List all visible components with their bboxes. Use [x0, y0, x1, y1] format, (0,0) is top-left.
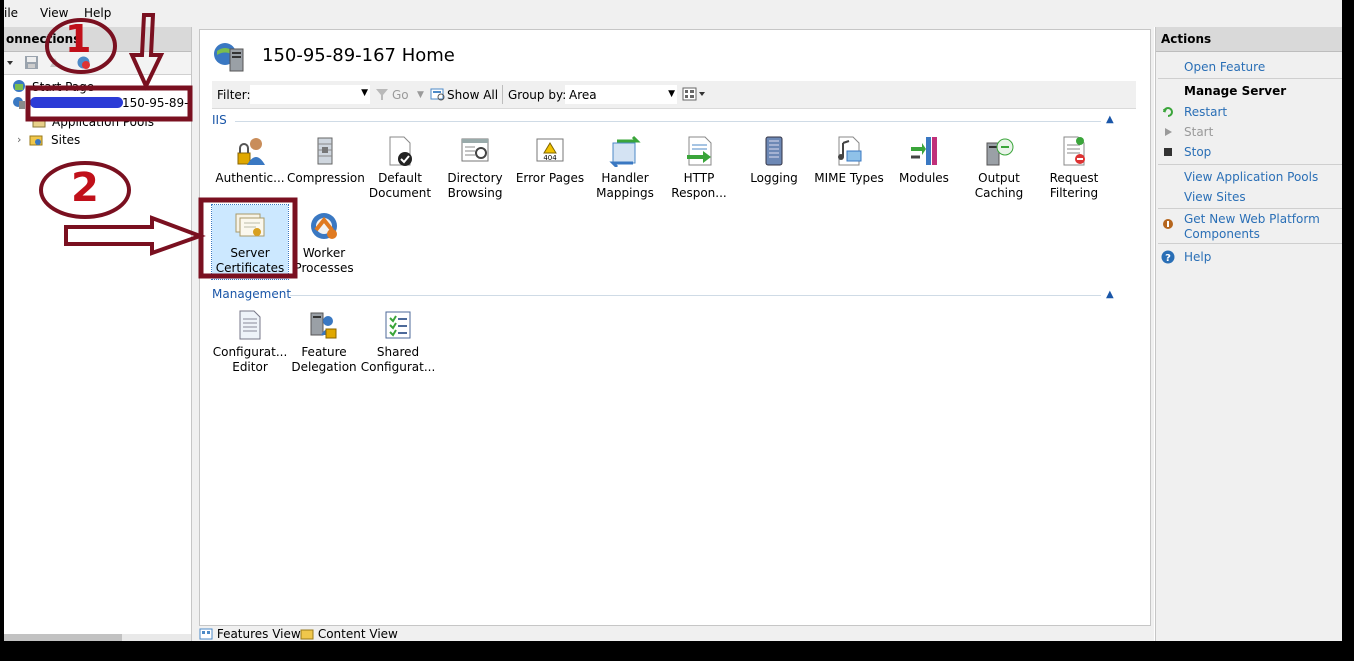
- actions-divider: [1158, 78, 1342, 79]
- group-divider: [235, 121, 1101, 122]
- view-sites-link[interactable]: View Sites: [1184, 190, 1246, 205]
- get-new-web-platform-link[interactable]: Get New Web Platform Components: [1184, 212, 1320, 242]
- feature-configuration-editor[interactable]: Configurat... Editor: [212, 304, 288, 378]
- output-caching-icon: [983, 135, 1015, 167]
- content-view-icon: [300, 629, 314, 640]
- show-all-icon: [430, 87, 446, 101]
- web-platform-icon: [1162, 218, 1174, 230]
- feature-logging[interactable]: Logging: [736, 130, 812, 204]
- actions-divider: [1158, 164, 1342, 165]
- go-dropdown-icon[interactable]: ▼: [417, 90, 424, 100]
- step2-number: 2: [71, 165, 99, 211]
- feature-mime-types[interactable]: MIME Types: [811, 130, 887, 204]
- feature-shared-configuration[interactable]: Shared Configurat...: [360, 304, 436, 378]
- tab-content-view[interactable]: Content View: [300, 627, 398, 641]
- shared-configuration-icon: [382, 309, 414, 341]
- feature-directory-browsing[interactable]: Directory Browsing: [437, 130, 513, 204]
- feature-default-document[interactable]: Default Document: [362, 130, 438, 204]
- actions-divider: [1158, 208, 1342, 209]
- handler-mappings-icon: [609, 135, 641, 169]
- feature-label: MIME Types: [814, 171, 884, 185]
- group-label-management: Management: [212, 287, 295, 301]
- feature-label: Output Caching: [974, 171, 1024, 200]
- default-document-icon: [384, 135, 416, 167]
- feature-delegation-icon: [308, 309, 340, 341]
- svg-text:404: 404: [543, 154, 557, 162]
- feature-handler-mappings[interactable]: Handler Mappings: [587, 130, 663, 204]
- server-node-highlight-box: [25, 85, 193, 122]
- feature-error-pages[interactable]: 404 Error Pages: [512, 130, 588, 204]
- restart-link[interactable]: Restart: [1184, 105, 1227, 120]
- features-pane: 150-95-89-167 Home Filter: ▼ Go ▼ Show A…: [192, 27, 1154, 641]
- collapse-management-icon[interactable]: ▲: [1106, 289, 1114, 300]
- features-view-icon: [199, 628, 213, 640]
- error-pages-icon: 404: [534, 135, 566, 167]
- manage-server-heading: Manage Server: [1184, 84, 1287, 98]
- feature-label: HTTP Respon...: [671, 171, 727, 200]
- collapse-iis-icon[interactable]: ▲: [1106, 114, 1114, 125]
- feature-label: Error Pages: [515, 171, 585, 185]
- start-icon: [1162, 126, 1174, 138]
- feature-label: Modules: [899, 171, 949, 185]
- feature-output-caching[interactable]: Output Caching: [961, 130, 1037, 204]
- server-certificates-highlight-box: [198, 197, 298, 279]
- group-divider: [290, 295, 1101, 296]
- request-filtering-icon: [1058, 135, 1090, 167]
- mime-types-icon: [833, 135, 865, 167]
- feature-feature-delegation[interactable]: Feature Delegation: [286, 304, 362, 378]
- group-by-select[interactable]: Area ▼: [565, 85, 677, 104]
- feature-label: Logging: [750, 171, 798, 185]
- feature-label: Handler Mappings: [596, 171, 654, 200]
- stop-link[interactable]: Stop: [1184, 145, 1211, 160]
- step1-number: 1: [65, 17, 92, 61]
- iis-manager-window: ile View Help onnections Start Page 150-…: [4, 0, 1342, 641]
- feature-http-response[interactable]: HTTP Respon...: [661, 130, 737, 204]
- feature-modules[interactable]: Modules: [886, 130, 962, 204]
- configuration-editor-icon: [234, 309, 266, 341]
- actions-title: Actions: [1161, 32, 1212, 46]
- open-feature-link[interactable]: Open Feature: [1184, 60, 1265, 75]
- http-response-icon: [683, 135, 715, 167]
- actions-header: Actions: [1156, 27, 1342, 52]
- svg-text:?: ?: [1165, 253, 1171, 264]
- go-button[interactable]: Go: [392, 88, 409, 102]
- annotation-overlay: [25, 13, 298, 279]
- chevron-down-icon: ▼: [668, 89, 675, 99]
- feature-label: Directory Browsing: [447, 171, 503, 200]
- modules-icon: [908, 135, 940, 167]
- feature-request-filtering[interactable]: Request Filtering: [1036, 130, 1112, 204]
- directory-browsing-icon: [459, 135, 491, 167]
- feature-label: Feature Delegation: [291, 345, 357, 374]
- feature-label: Shared Configurat...: [360, 345, 436, 374]
- restart-icon: [1162, 106, 1174, 118]
- feature-label: Configurat... Editor: [212, 345, 288, 374]
- show-all-button[interactable]: Show All: [447, 88, 498, 102]
- view-mode-icon[interactable]: [682, 87, 708, 101]
- home-content: 150-95-89-167 Home Filter: ▼ Go ▼ Show A…: [199, 29, 1151, 626]
- tab-features-view[interactable]: Features View: [199, 627, 301, 641]
- actions-divider: [1158, 243, 1342, 244]
- start-link[interactable]: Start: [1184, 125, 1213, 139]
- chevron-down-icon: ▼: [361, 88, 368, 98]
- actions-pane: Actions Open Feature Manage Server Resta…: [1155, 27, 1342, 641]
- step1-arrow: [128, 13, 165, 91]
- view-application-pools-link[interactable]: View Application Pools: [1184, 170, 1318, 185]
- connections-scrollbar[interactable]: [4, 634, 191, 641]
- group-by-label: Group by:: [508, 88, 567, 102]
- filter-bar: Filter: ▼ Go ▼ Show All Group by: Area ▼: [212, 81, 1136, 109]
- help-link[interactable]: Help: [1184, 250, 1211, 265]
- bottom-strip: [0, 641, 1354, 661]
- toolbar-divider: [502, 85, 503, 104]
- feature-label: Default Document: [368, 171, 432, 200]
- logging-icon: [758, 135, 790, 167]
- feature-label: Request Filtering: [1049, 171, 1099, 200]
- stop-icon: [1162, 146, 1174, 158]
- step2-arrow: [64, 215, 206, 256]
- scrollbar-thumb[interactable]: [4, 634, 122, 641]
- help-icon: ?: [1161, 250, 1175, 264]
- funnel-icon: [375, 87, 389, 101]
